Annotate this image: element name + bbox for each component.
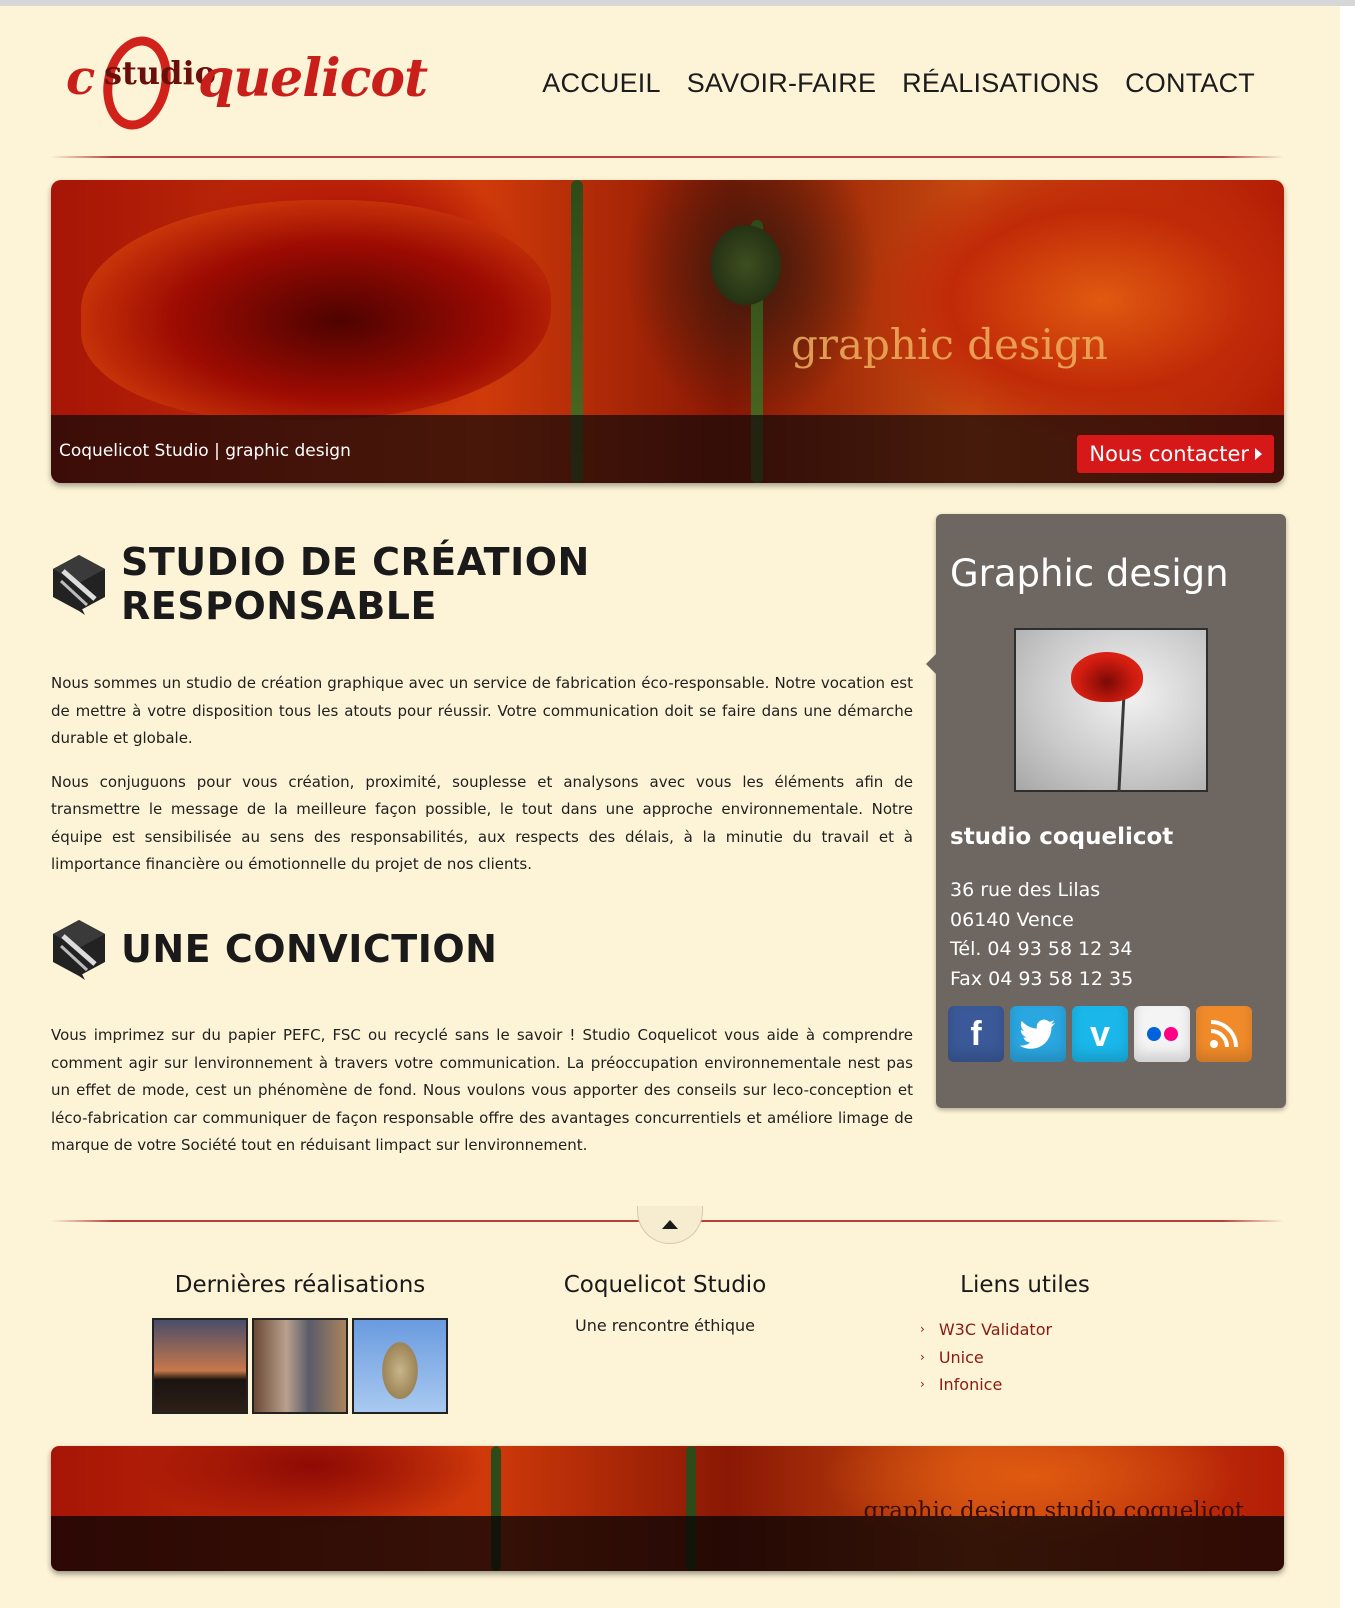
footer-banner-tagline: graphic design studio coquelicot — [863, 1498, 1244, 1524]
section-heading: STUDIO DE CRÉATION RESPONSABLE — [51, 540, 913, 628]
chevron-right-icon: › — [920, 1377, 925, 1391]
nav-accueil[interactable]: ACCUEIL — [542, 68, 660, 99]
section-paragraph: Nous sommes un studio de création graphi… — [51, 674, 913, 747]
section-title: UNE CONVICTION — [121, 927, 498, 971]
nav-savoir-faire[interactable]: SAVOIR-FAIRE — [687, 68, 876, 99]
flickr-icon[interactable] — [1134, 1006, 1190, 1062]
phone-line: Tél. 04 93 58 12 34 — [950, 938, 1133, 960]
banner-tagline: graphic design — [791, 320, 1108, 369]
nav-contact[interactable]: CONTACT — [1125, 68, 1255, 99]
link-label: W3C Validator — [938, 1320, 1053, 1339]
link-label: Infonice — [938, 1375, 1003, 1394]
link-item[interactable]: › Unice — [920, 1344, 1150, 1372]
poppy-petal-image — [81, 200, 551, 420]
main-nav: ACCUEIL SAVOIR-FAIRE RÉALISATIONS CONTAC… — [542, 68, 1255, 99]
address-line: 06140 Vence — [950, 908, 1074, 931]
site-logo[interactable]: c studio quelicot — [66, 30, 428, 136]
footer-col-realisations: Dernières réalisations — [150, 1272, 450, 1414]
nav-realisations[interactable]: RÉALISATIONS — [902, 68, 1099, 99]
contact-button-label: Nous contacter — [1089, 442, 1249, 466]
sidebar-title: Graphic design — [950, 552, 1229, 595]
link-label: Unice — [938, 1347, 984, 1367]
link-item[interactable]: › W3C Validator — [920, 1316, 1150, 1344]
vimeo-icon[interactable]: v — [1072, 1006, 1128, 1062]
contact-sidebar: Graphic design studio coquelicot 36 rue … — [926, 514, 1286, 1108]
footer-banner-bar — [51, 1516, 1284, 1571]
link-item[interactable]: › Infonice — [920, 1371, 1150, 1399]
section-studio: STUDIO DE CRÉATION RESPONSABLE Nous somm… — [51, 540, 913, 879]
photo-stem — [1117, 691, 1126, 793]
right-gutter — [1340, 6, 1355, 1608]
poppy-photo — [1014, 628, 1208, 793]
contact-button[interactable]: Nous contacter — [1077, 435, 1274, 473]
thumbnail-street[interactable] — [252, 1318, 348, 1414]
section-title: STUDIO DE CRÉATION RESPONSABLE — [121, 540, 590, 628]
section-paragraph: Nous conjuguons pour vous création, prox… — [51, 772, 913, 874]
address-line: 36 rue des Lilas — [950, 879, 1101, 901]
arrow-up-icon — [662, 1220, 678, 1229]
realisations-thumbnails — [150, 1318, 450, 1414]
fax-line: Fax 04 93 58 12 35 — [950, 967, 1134, 990]
rss-icon[interactable] — [1196, 1006, 1252, 1062]
facebook-icon[interactable]: f — [948, 1006, 1004, 1062]
logo-letter-c: c — [66, 50, 95, 106]
thumbnail-dome[interactable] — [352, 1318, 448, 1414]
chevron-right-icon: › — [920, 1349, 925, 1364]
footer-banner: graphic design studio coquelicot — [51, 1446, 1284, 1571]
banner-caption: Coquelicot Studio | graphic design — [59, 441, 351, 461]
chevron-right-icon: › — [920, 1322, 925, 1336]
hero-banner: graphic design Coquelicot Studio | graph… — [51, 180, 1284, 483]
footer-col-title: Liens utiles — [960, 1272, 1090, 1298]
poppy-bud — [711, 225, 781, 305]
header-divider — [51, 156, 1284, 158]
studio-address: 36 rue des Lilas 06140 Vence Tél. 04 93 … — [950, 876, 1133, 994]
studio-name: studio coquelicot — [950, 824, 1174, 850]
footer-col-links: Liens utiles › W3C Validator › Unice › Info… — [900, 1272, 1150, 1399]
logo-word-quelicot: quelicot — [198, 48, 428, 109]
useful-links: › W3C Validator › Unice › Infonice — [900, 1316, 1150, 1399]
thumbnail-city-night[interactable] — [152, 1318, 248, 1414]
pencil-cube-icon — [51, 553, 107, 615]
footer-col-title: Coquelicot Studio — [563, 1272, 767, 1298]
pencil-cube-icon — [51, 918, 107, 980]
section-paragraph: Vous imprimez sur du papier PEFC, FSC ou… — [51, 1026, 913, 1154]
footer-col-studio: Coquelicot Studio Une rencontre éthique — [520, 1272, 810, 1335]
twitter-icon[interactable] — [1010, 1006, 1066, 1062]
social-links: f v — [948, 1006, 1252, 1062]
footer-col-title: Dernières réalisations — [174, 1272, 426, 1298]
footer-tagline: Une rencontre éthique — [575, 1316, 755, 1335]
section-heading: UNE CONVICTION — [51, 918, 913, 980]
section-conviction: UNE CONVICTION Vous imprimez sur du papi… — [51, 918, 913, 1160]
arrow-right-icon — [1255, 448, 1262, 460]
photo-flower — [1071, 652, 1143, 702]
